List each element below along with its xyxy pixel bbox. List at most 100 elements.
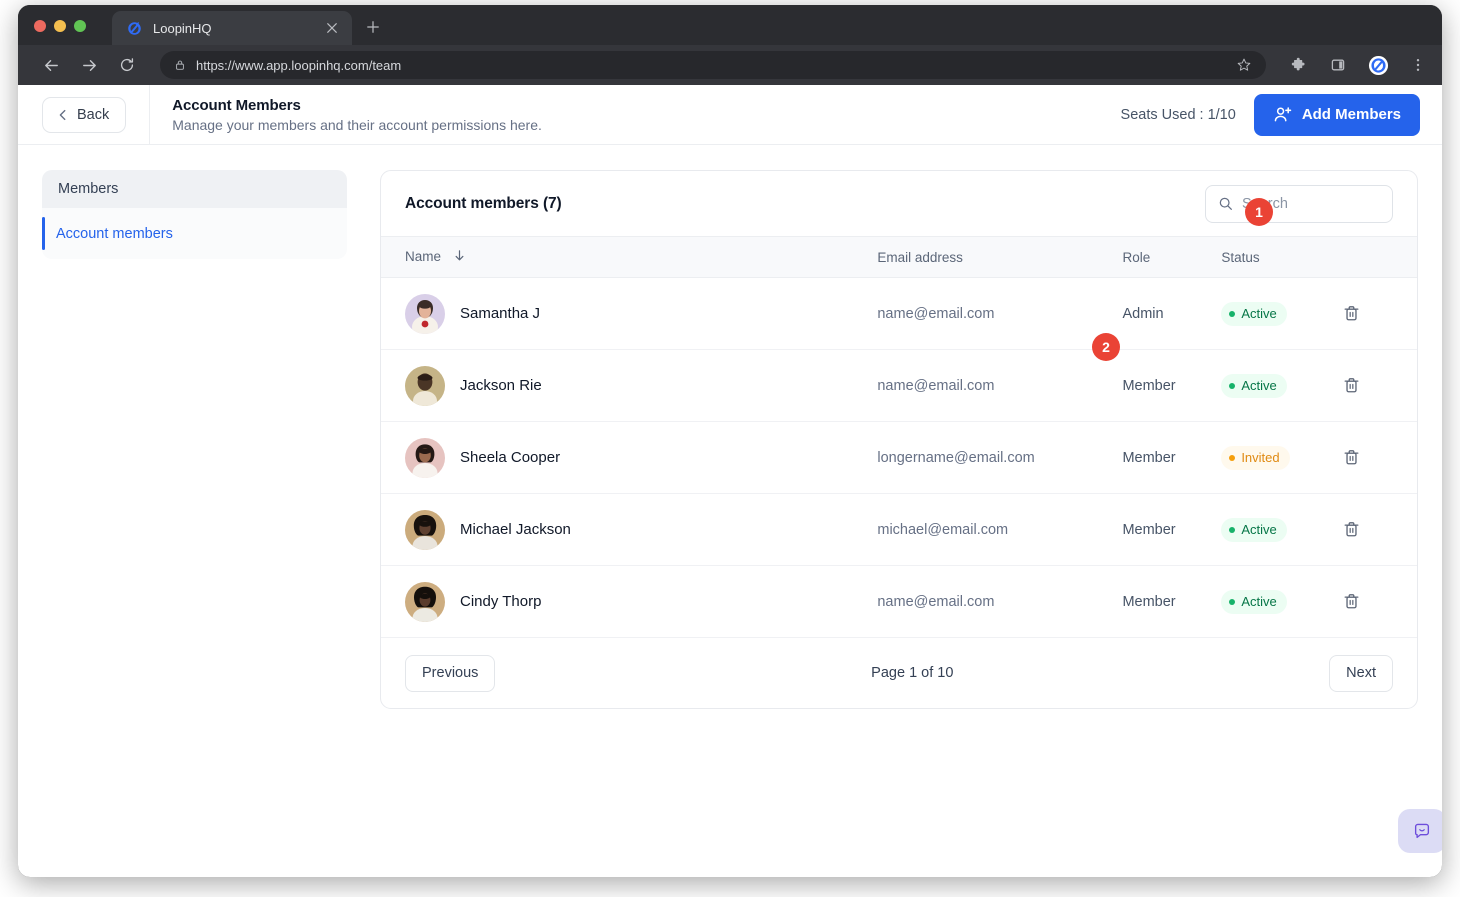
loopin-logo-icon [126, 20, 143, 37]
page-viewport: Back Account Members Manage your members… [18, 85, 1442, 877]
lock-icon [174, 59, 186, 71]
reload-icon[interactable] [116, 54, 138, 76]
cell-name: Samantha J [381, 278, 877, 350]
table-row[interactable]: Sheela Cooper longername@email.com Membe… [381, 422, 1417, 494]
sidebar-section-members: Members [42, 170, 347, 208]
cell-role: Member [1122, 350, 1221, 422]
page-body: Members Account members Account members … [18, 145, 1442, 709]
kebab-menu-icon[interactable] [1406, 53, 1430, 77]
user-plus-icon [1273, 105, 1292, 124]
browser-tab[interactable]: LoopinHQ [112, 11, 352, 45]
member-name: Sheela Cooper [460, 449, 560, 466]
column-header-status: Status [1221, 237, 1334, 278]
table-header-row: Name Email address Role Status [381, 237, 1417, 278]
member-name: Cindy Thorp [460, 593, 541, 610]
cell-actions [1335, 278, 1417, 350]
status-label: Active [1241, 306, 1276, 321]
arrow-left-icon[interactable] [40, 54, 62, 76]
table-row[interactable]: Michael Jackson michael@email.com Member… [381, 494, 1417, 566]
column-header-name[interactable]: Name [381, 237, 877, 278]
cell-email: longername@email.com [877, 422, 1122, 494]
back-button[interactable]: Back [42, 97, 126, 133]
member-name: Samantha J [460, 305, 540, 322]
cell-name: Cindy Thorp [381, 566, 877, 638]
header-titles: Account Members Manage your members and … [150, 97, 542, 133]
trash-icon[interactable] [1335, 513, 1369, 547]
cell-status: Active [1221, 494, 1334, 566]
column-header-role: Role [1122, 237, 1221, 278]
plus-icon[interactable] [360, 14, 386, 40]
chat-bubble-icon [1412, 821, 1432, 841]
avatar [405, 294, 445, 334]
status-dot-icon [1229, 599, 1235, 605]
cell-email: name@email.com [877, 566, 1122, 638]
sidebar-item-label: Account members [56, 226, 173, 242]
status-label: Active [1241, 522, 1276, 537]
table-row[interactable]: Samantha J name@email.com Admin Active [381, 278, 1417, 350]
cell-status: Active [1221, 278, 1334, 350]
address-bar[interactable]: https://www.app.loopinhq.com/team [160, 51, 1266, 79]
close-icon[interactable] [322, 18, 342, 38]
cell-actions [1335, 422, 1417, 494]
browser-tab-strip: LoopinHQ [18, 5, 1442, 45]
table-header: Name Email address Role Status [381, 237, 1417, 278]
back-button-label: Back [77, 107, 109, 123]
star-icon[interactable] [1234, 55, 1254, 75]
status-badge: Active [1221, 518, 1286, 542]
previous-page-button[interactable]: Previous [405, 655, 495, 692]
cell-email: michael@email.com [877, 494, 1122, 566]
status-badge: Active [1221, 374, 1286, 398]
annotation-marker-1: 1 [1245, 198, 1273, 226]
account-members-table: Name Email address Role Status [381, 236, 1417, 638]
maximize-window-button[interactable] [74, 20, 86, 32]
status-label: Invited [1241, 450, 1279, 465]
side-panel-icon[interactable] [1326, 53, 1350, 77]
table-row[interactable]: Jackson Rie name@email.com Member Active [381, 350, 1417, 422]
add-members-label: Add Members [1302, 106, 1401, 123]
trash-icon[interactable] [1335, 369, 1369, 403]
trash-icon[interactable] [1335, 297, 1369, 331]
avatar [405, 510, 445, 550]
cell-name: Michael Jackson [381, 494, 877, 566]
address-bar-url: https://www.app.loopinhq.com/team [196, 58, 1224, 73]
member-name: Jackson Rie [460, 377, 542, 394]
cell-name: Sheela Cooper [381, 422, 877, 494]
member-name: Michael Jackson [460, 521, 571, 538]
chat-launcher-button[interactable] [1398, 809, 1442, 853]
trash-icon[interactable] [1335, 441, 1369, 475]
table-body: Samantha J name@email.com Admin Active [381, 278, 1417, 638]
cell-email: name@email.com [877, 350, 1122, 422]
cell-actions [1335, 566, 1417, 638]
status-dot-icon [1229, 455, 1235, 461]
avatar [405, 582, 445, 622]
cell-actions [1335, 350, 1417, 422]
next-page-button[interactable]: Next [1329, 655, 1393, 692]
pagination: Previous Page 1 of 10 Next [381, 638, 1417, 708]
close-window-button[interactable] [34, 20, 46, 32]
annotation-marker-2: 2 [1092, 333, 1120, 361]
sidebar: Members Account members [42, 170, 347, 259]
browser-toolbar: https://www.app.loopinhq.com/team [18, 45, 1442, 85]
cell-status: Active [1221, 566, 1334, 638]
page-title: Account Members [172, 97, 542, 114]
extensions-puzzle-icon[interactable] [1286, 53, 1310, 77]
page-info-label: Page 1 of 10 [871, 665, 953, 681]
cell-name: Jackson Rie [381, 350, 877, 422]
loopin-profile-icon[interactable] [1366, 53, 1390, 77]
status-dot-icon [1229, 311, 1235, 317]
cell-email: name@email.com [877, 278, 1122, 350]
cell-status: Active [1221, 350, 1334, 422]
search-input[interactable]: Search [1205, 185, 1393, 223]
seats-used-label: Seats Used : 1/10 [1121, 107, 1236, 123]
add-members-button[interactable]: Add Members [1254, 94, 1420, 136]
column-header-name-label: Name [405, 249, 441, 264]
table-row[interactable]: Cindy Thorp name@email.com Member Active [381, 566, 1417, 638]
trash-icon[interactable] [1335, 585, 1369, 619]
avatar [405, 438, 445, 478]
arrow-down-icon[interactable] [453, 250, 466, 265]
minimize-window-button[interactable] [54, 20, 66, 32]
sidebar-item-account-members[interactable]: Account members [42, 208, 347, 259]
cell-actions [1335, 494, 1417, 566]
arrow-right-icon[interactable] [78, 54, 100, 76]
cell-role: Member [1122, 422, 1221, 494]
